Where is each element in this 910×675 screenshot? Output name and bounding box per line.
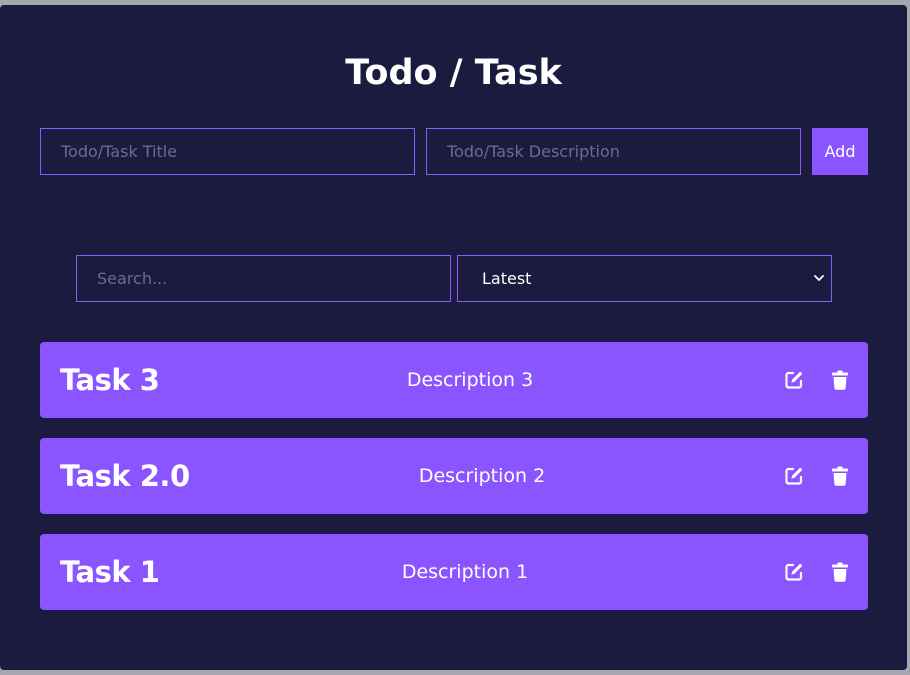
task-description: Description 3 xyxy=(406,369,534,391)
task-item: Task 2.0 Description 2 xyxy=(40,438,868,514)
task-title: Task 1 xyxy=(60,555,160,589)
task-item: Task 1 Description 1 xyxy=(40,534,868,610)
task-description-input[interactable] xyxy=(426,128,801,175)
page-title: Todo / Task xyxy=(345,53,562,93)
add-button[interactable]: Add xyxy=(812,128,868,175)
edit-icon[interactable] xyxy=(783,561,805,583)
task-item: Task 3 Description 3 xyxy=(40,342,868,418)
trash-icon[interactable] xyxy=(829,465,851,487)
edit-icon[interactable] xyxy=(783,465,805,487)
task-description: Description 1 xyxy=(401,561,529,583)
app-container: Todo / Task Add Latest Task 3 Descriptio… xyxy=(0,5,907,670)
trash-icon[interactable] xyxy=(829,561,851,583)
task-title-input[interactable] xyxy=(40,128,415,175)
task-title: Task 3 xyxy=(60,363,160,397)
chevron-down-icon xyxy=(813,272,825,284)
sort-selected-value: Latest xyxy=(482,269,532,288)
trash-icon[interactable] xyxy=(829,369,851,391)
task-title: Task 2.0 xyxy=(60,459,190,493)
edit-icon[interactable] xyxy=(783,369,805,391)
sort-select[interactable]: Latest xyxy=(457,255,832,302)
search-input[interactable] xyxy=(76,255,451,302)
task-description: Description 2 xyxy=(418,465,546,487)
